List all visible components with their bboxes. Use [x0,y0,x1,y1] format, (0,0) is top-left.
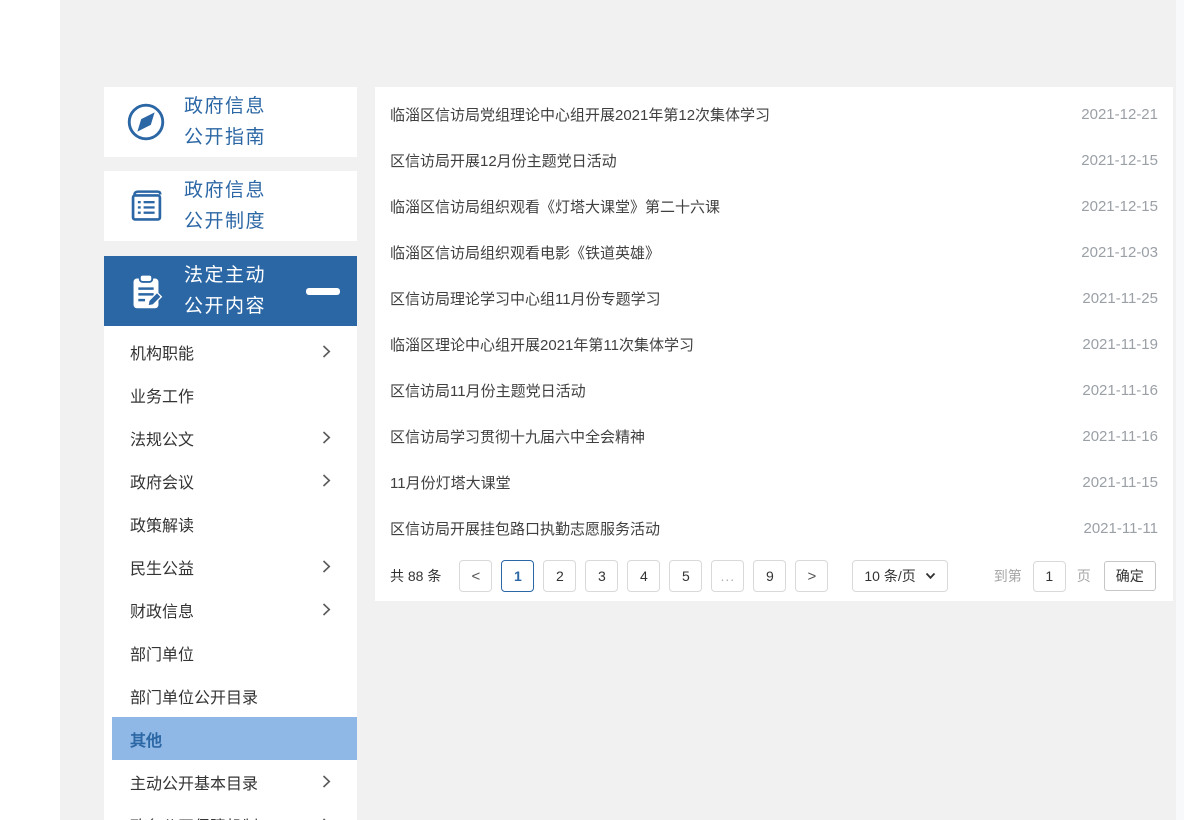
sidebar-menu-list: 机构职能 业务工作 法规公文 政府会议 政策解读 民生公益 财政信息 部门单位 … [104,326,357,820]
pagination-bar: 共 88 条 < 12345...9 > 10 条/页 到第 页 确定 [390,560,1158,592]
goto-page-input[interactable] [1032,560,1066,592]
sidebar-menu-panel: 机构职能 业务工作 法规公文 政府会议 政策解读 民生公益 财政信息 部门单位 … [104,326,357,820]
article-date: 2021-12-15 [1081,151,1158,169]
article-date: 2021-11-16 [1082,381,1158,399]
confirm-button[interactable]: 确定 [1103,561,1156,591]
chevron-right-icon [322,473,331,488]
chevron-right-icon [322,602,331,617]
chevron-down-icon [925,572,936,580]
sidebar-menu-item[interactable]: 财政信息 [112,588,357,631]
pagination-page-button[interactable]: 5 [669,560,703,592]
article-title-link[interactable]: 11月份灯塔大课堂 [390,472,511,493]
right-margin-strip [1176,0,1184,820]
goto-page-unit: 页 [1076,568,1091,584]
sidebar-menu-item[interactable]: 政府会议 [112,459,357,502]
pagination-page-button[interactable]: 9 [753,560,787,592]
article-date: 2021-12-15 [1081,197,1158,215]
clipboard-pen-icon [123,268,169,314]
sidebar-menu-item[interactable]: 部门单位公开目录 [112,674,357,717]
article-date: 2021-11-11 [1083,519,1158,537]
sidebar-menu-item[interactable]: 主动公开基本目录 [112,760,357,803]
pagination-pages: 1 2 3 4 5... 9 [492,560,787,592]
compass-icon [123,99,169,145]
article-title-link[interactable]: 区信访局11月份主题党日活动 [390,380,586,401]
article-list-panel: 临淄区信访局党组理论中心组开展2021年第12次集体学习 2021-12-21 … [375,87,1173,601]
article-title-link[interactable]: 区信访局学习贯彻十九届六中全会精神 [390,426,645,447]
chevron-right-icon [322,430,331,445]
article-date: 2021-11-15 [1082,473,1158,491]
pagination-page-button[interactable]: 1 [501,560,535,592]
article-title-link[interactable]: 区信访局开展12月份主题党日活动 [390,150,617,171]
article-row: 临淄区信访局组织观看电影《铁道英雄》 2021-12-03 [390,229,1158,275]
sidebar-card-legal-disclosure[interactable]: 法定主动 公开内容 [104,256,357,326]
sidebar-menu-item[interactable]: 业务工作 [112,373,357,416]
sidebar-card-system[interactable]: 政府信息 公开制度 [104,171,357,241]
sidebar-card-guide-label: 政府信息 公开指南 [184,96,267,148]
page-size-select[interactable]: 10 条/页 [852,560,948,592]
chevron-right-icon [322,559,331,574]
article-row: 临淄区理论中心组开展2021年第11次集体学习 2021-11-19 [390,321,1158,367]
article-row: 区信访局开展挂包路口执勤志愿服务活动 2021-11-11 [390,505,1158,551]
sidebar: 政府信息 公开指南 政府信息 公开制度 法定主动 公开内容 [104,87,357,326]
sidebar-card-guide[interactable]: 政府信息 公开指南 [104,87,357,157]
article-title-link[interactable]: 临淄区信访局组织观看《灯塔大课堂》第二十六课 [390,196,720,217]
sidebar-menu-item[interactable]: 民生公益 [112,545,357,588]
left-margin-strip [0,0,60,820]
goto-page-label: 到第 [993,568,1022,584]
sidebar-menu-item[interactable]: 政务公开保障机制 [112,803,357,820]
article-title-link[interactable]: 临淄区信访局组织观看电影《铁道英雄》 [390,242,660,263]
pagination-page-button[interactable]: 3 [585,560,619,592]
article-date: 2021-11-16 [1082,427,1158,445]
notebook-icon [123,183,169,229]
pagination-next-button[interactable]: > [795,560,829,592]
sidebar-menu-item[interactable]: 政策解读 [112,502,357,545]
pagination-total: 共 88 条 [390,568,442,584]
chevron-right-icon [322,774,331,789]
article-date: 2021-11-19 [1082,335,1158,353]
sidebar-menu-item[interactable]: 其他 [112,717,357,760]
article-title-link[interactable]: 临淄区信访局党组理论中心组开展2021年第12次集体学习 [390,104,770,125]
article-title-link[interactable]: 临淄区理论中心组开展2021年第11次集体学习 [390,334,694,355]
chevron-right-icon [322,344,331,359]
sidebar-card-legal-disclosure-label: 法定主动 公开内容 [184,265,267,317]
article-date: 2021-12-03 [1081,243,1158,261]
pagination-page-button[interactable]: ... [711,560,745,592]
article-list: 临淄区信访局党组理论中心组开展2021年第12次集体学习 2021-12-21 … [390,91,1158,551]
sidebar-card-system-label: 政府信息 公开制度 [184,180,267,232]
article-row: 临淄区信访局党组理论中心组开展2021年第12次集体学习 2021-12-21 [390,91,1158,137]
sidebar-menu-item[interactable]: 部门单位 [112,631,357,674]
article-row: 区信访局11月份主题党日活动 2021-11-16 [390,367,1158,413]
article-date: 2021-12-21 [1081,105,1158,123]
pagination-page-button[interactable]: 4 [627,560,661,592]
active-card-dash [306,288,340,295]
pagination-page-button[interactable]: 2 [543,560,577,592]
article-row: 11月份灯塔大课堂 2021-11-15 [390,459,1158,505]
article-date: 2021-11-25 [1082,289,1158,307]
sidebar-menu-item[interactable]: 机构职能 [112,330,357,373]
article-title-link[interactable]: 区信访局开展挂包路口执勤志愿服务活动 [390,518,660,539]
article-row: 区信访局学习贯彻十九届六中全会精神 2021-11-16 [390,413,1158,459]
page-size-value: 10 条/页 [864,568,916,584]
article-title-link[interactable]: 区信访局理论学习中心组11月份专题学习 [390,288,661,309]
article-row: 区信访局理论学习中心组11月份专题学习 2021-11-25 [390,275,1158,321]
article-row: 临淄区信访局组织观看《灯塔大课堂》第二十六课 2021-12-15 [390,183,1158,229]
pagination-prev-button[interactable]: < [459,560,493,592]
article-row: 区信访局开展12月份主题党日活动 2021-12-15 [390,137,1158,183]
sidebar-menu-item[interactable]: 法规公文 [112,416,357,459]
